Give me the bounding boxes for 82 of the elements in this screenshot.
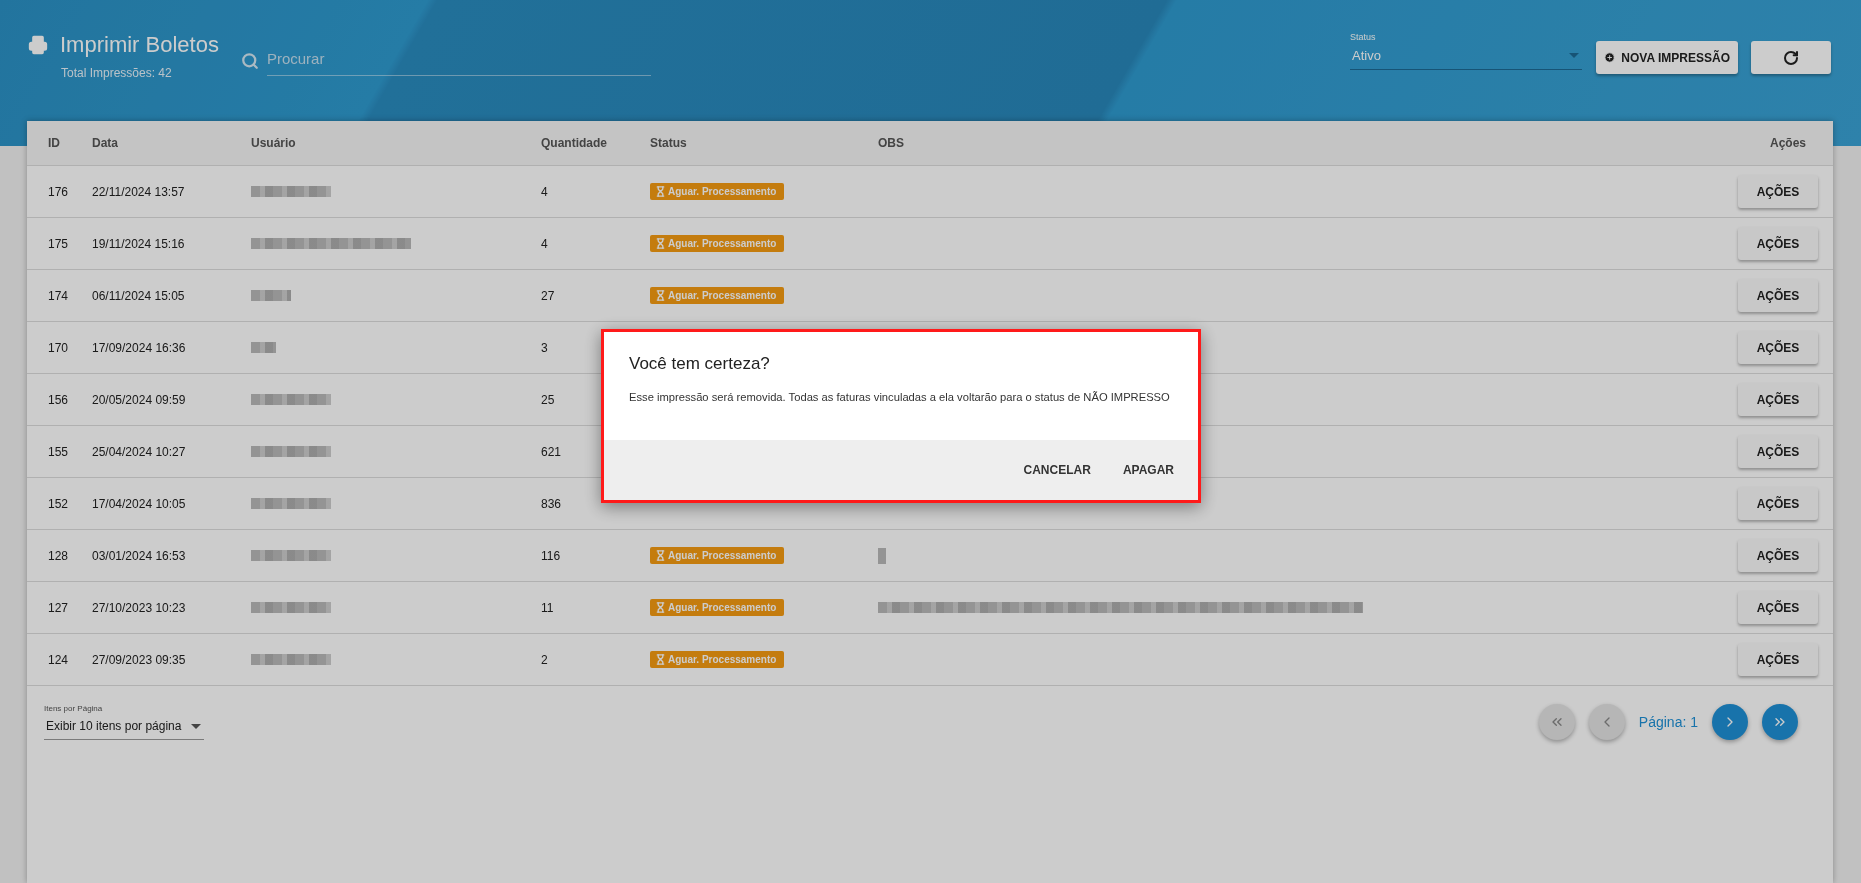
table-cell: 127 [48, 600, 69, 615]
column-header: Data [92, 136, 118, 150]
table-cell: 17/09/2024 16:36 [92, 340, 186, 355]
page-indicator: Página: 1 [1638, 714, 1698, 730]
table-cell: 3 [541, 340, 548, 355]
total-count: Total Impressões: 42 [61, 66, 173, 80]
table-cell: 20/05/2024 09:59 [92, 392, 186, 407]
column-header: ID [48, 136, 60, 150]
table-cell: 621 [541, 444, 562, 459]
table-cell: 25/04/2024 10:27 [92, 444, 186, 459]
table-cell: 156 [48, 392, 69, 407]
new-print-button[interactable]: NOVA IMPRESSÃO [1596, 41, 1738, 74]
column-header: Ações [1769, 136, 1806, 150]
per-page-label: Itens por Página [44, 704, 104, 713]
column-header: Quantidade [541, 136, 607, 150]
table-cell: 170 [48, 340, 69, 355]
hourglass-icon [655, 550, 666, 561]
refresh-button[interactable] [1751, 41, 1831, 74]
printer-icon [28, 35, 48, 55]
actions-button[interactable]: AÇÕES [1738, 539, 1818, 572]
status-badge: Aguar. Processamento [650, 599, 785, 616]
table-cell: 152 [48, 496, 69, 511]
table-cell: 175 [48, 236, 69, 251]
table-cell: 03/01/2024 16:53 [92, 548, 186, 563]
hourglass-icon [655, 238, 666, 249]
actions-button[interactable]: AÇÕES [1738, 643, 1818, 676]
actions-button[interactable]: AÇÕES [1738, 591, 1818, 624]
table-cell: 06/11/2024 15:05 [92, 288, 185, 303]
hourglass-icon [655, 654, 666, 665]
actions-button[interactable]: AÇÕES [1738, 175, 1818, 208]
search-icon [240, 52, 259, 70]
table-cell: 11 [541, 600, 554, 615]
delete-button[interactable]: APAGAR [1110, 455, 1186, 485]
page-title: Imprimir Boletos [60, 32, 219, 58]
table-cell: 116 [541, 548, 561, 563]
actions-button[interactable]: AÇÕES [1738, 279, 1818, 312]
table-cell: 4 [541, 184, 548, 199]
status-badge: Aguar. Processamento [650, 547, 785, 564]
next-page-button[interactable] [1712, 704, 1748, 740]
table-cell: 176 [48, 184, 69, 199]
hourglass-icon [655, 186, 666, 197]
caret-icon [191, 723, 201, 729]
table-cell: 4 [541, 236, 548, 251]
table-cell: 2 [541, 652, 548, 667]
redacted-text [251, 290, 291, 301]
column-header: Usuário [251, 136, 296, 150]
table-cell: 19/11/2024 15:16 [92, 236, 185, 251]
status-label: Status [1350, 32, 1377, 42]
table-cell: 22/11/2024 13:57 [92, 184, 185, 199]
column-header: OBS [878, 136, 904, 150]
cancel-button[interactable]: CANCELAR [1011, 455, 1103, 485]
status-badge: Aguar. Processamento [650, 287, 785, 304]
caret-icon [1569, 53, 1579, 58]
table-cell: 128 [48, 548, 69, 563]
actions-button[interactable]: AÇÕES [1738, 227, 1818, 260]
table-cell: 174 [48, 288, 69, 303]
actions-button[interactable]: AÇÕES [1738, 383, 1818, 416]
status-badge: Aguar. Processamento [650, 183, 785, 200]
table-cell: 836 [541, 496, 562, 511]
table-cell: 155 [48, 444, 69, 459]
per-page-select[interactable]: Exibir 10 itens por página [44, 713, 204, 740]
redacted-text [251, 342, 276, 353]
status-badge: Aguar. Processamento [650, 235, 785, 252]
hourglass-icon [655, 602, 666, 613]
search-field[interactable]: Procurar [266, 46, 651, 76]
table-cell: 25 [541, 392, 555, 407]
refresh-icon [1783, 49, 1799, 66]
actions-button[interactable]: AÇÕES [1738, 331, 1818, 364]
last-page-button[interactable] [1762, 704, 1798, 740]
dialog-message: Esse impressão será removida. Todas as faturas vinculadas a ela voltarão para o status de NÃO IMPRESSO [628, 390, 1171, 405]
hourglass-icon [655, 290, 666, 301]
table-cell: 124 [48, 652, 69, 667]
table-cell: 27 [541, 288, 555, 303]
redacted-text [878, 547, 886, 564]
dialog-title: Você tem certeza? [628, 353, 771, 374]
status-badge: Aguar. Processamento [650, 651, 785, 668]
table-cell: 27/10/2023 10:23 [92, 600, 186, 615]
table-cell: 17/04/2024 10:05 [92, 496, 186, 511]
table-cell: 27/09/2023 09:35 [92, 652, 186, 667]
column-header: Status [650, 136, 687, 150]
actions-button[interactable]: AÇÕES [1738, 487, 1818, 520]
actions-button[interactable]: AÇÕES [1738, 435, 1818, 468]
